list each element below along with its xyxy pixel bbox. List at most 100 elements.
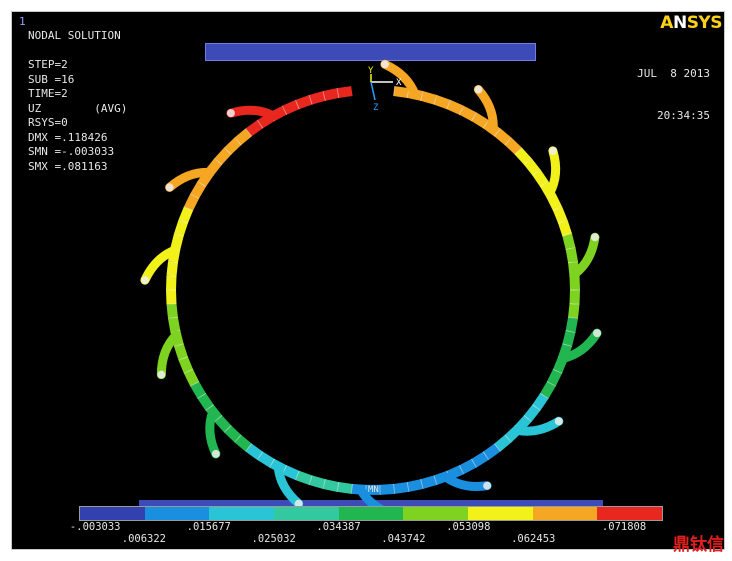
legend-value: .062453 [511, 533, 556, 545]
hook-tip [165, 183, 174, 192]
hook-tip [157, 370, 166, 379]
ring-segment [197, 393, 214, 411]
ring-segment [282, 465, 300, 481]
legend-value: .006322 [121, 533, 167, 545]
ring-segment [190, 381, 207, 399]
ring-segment [282, 99, 300, 115]
legend-swatch [468, 507, 533, 520]
ring-segment [178, 356, 194, 374]
ring-segment [562, 233, 576, 250]
ring-segment [323, 88, 339, 101]
triad-label: X [396, 78, 402, 88]
ring-segment [214, 415, 232, 433]
ring-segment [309, 91, 326, 105]
ring-segment [471, 112, 489, 129]
hook-tip [140, 276, 149, 285]
hook-tip [474, 85, 483, 94]
ring-segment [494, 128, 512, 146]
legend-swatch [209, 507, 275, 520]
ring-segment [245, 120, 263, 137]
ring-segment [183, 193, 200, 211]
ring-segment [224, 137, 242, 155]
ring-segment [532, 393, 549, 411]
triad-label: Y [368, 66, 374, 76]
ring-segment [459, 458, 477, 475]
ring-segment [295, 95, 313, 110]
hook-tip [590, 233, 599, 242]
ring-segment [393, 86, 409, 98]
legend-swatch [274, 507, 339, 520]
legend-swatch [144, 507, 210, 520]
legend-swatch [80, 507, 145, 520]
legend-swatch [338, 507, 404, 520]
ring-segment [178, 206, 194, 224]
hook-tip [548, 146, 557, 155]
hook-tip [211, 449, 220, 458]
ring-segment [323, 479, 339, 492]
legend-swatch [597, 507, 663, 520]
legend-value: .034387 [316, 521, 361, 533]
ring-segment [174, 343, 188, 360]
ring-segment [523, 158, 541, 176]
ring-segment [407, 479, 423, 492]
triad-label: Z [373, 103, 379, 113]
ring-segment [552, 206, 568, 224]
ring-segment [504, 137, 522, 155]
ring-segment [471, 451, 489, 468]
ring-segment [558, 220, 572, 237]
ring-segment [514, 147, 532, 165]
ring-segment [214, 147, 232, 165]
ring-segment [483, 443, 501, 460]
ring-hook [545, 146, 561, 198]
ring-hook [156, 330, 181, 380]
ring-segment [568, 303, 580, 319]
legend-value: .015677 [186, 521, 231, 533]
ring-segment [546, 193, 563, 211]
hook-tip [593, 329, 602, 338]
ring-segment [433, 95, 451, 110]
hook-tip [226, 109, 235, 118]
ring-segment [523, 404, 541, 422]
ring-segment [234, 128, 252, 146]
ring-segment [546, 369, 563, 387]
ring-hook [569, 232, 600, 279]
legend-value: .071808 [601, 521, 647, 533]
ring-segment [190, 181, 207, 199]
ring-segment [494, 434, 512, 452]
legend-value: .043742 [381, 533, 426, 545]
ring-segment [420, 475, 437, 489]
min-marker: MN [368, 485, 379, 495]
ring-segment [337, 482, 353, 494]
contour-legend-bar [79, 506, 663, 521]
ring-segment [459, 105, 477, 122]
graphics-window: 1 NODAL SOLUTION STEP=2 SUB =16 TIME=2 UZ (A… [11, 11, 725, 550]
legend-value: .053098 [446, 521, 491, 533]
ring-segment [446, 99, 464, 115]
ring-segment [295, 470, 313, 485]
watermark-logo: 鼎钛信 [673, 535, 724, 555]
ring-segment [166, 261, 178, 277]
legend-value: .025032 [251, 533, 296, 545]
ring-segment [168, 316, 181, 333]
ring-segment [337, 86, 353, 98]
ring-segment [309, 475, 326, 489]
ring-hook [440, 472, 492, 491]
ring-segment [532, 169, 549, 187]
ring-segment [446, 465, 464, 481]
hook-tip [554, 417, 563, 426]
ring-segment [166, 303, 178, 319]
triad-axis [370, 81, 376, 101]
ring-hook [226, 105, 279, 121]
ring-segment [183, 369, 200, 387]
ring-segment [565, 316, 578, 333]
ring-segment [539, 381, 556, 399]
hook-tip [483, 481, 492, 490]
ring-segment [245, 443, 263, 460]
deformed-ring-model: Y X Z MN [140, 59, 602, 520]
hook-tip [380, 60, 389, 69]
ring-segment [420, 91, 437, 105]
legend-swatch [532, 507, 598, 520]
ring-segment [562, 330, 576, 347]
ring-segment [565, 247, 578, 264]
ring-segment [379, 483, 395, 495]
